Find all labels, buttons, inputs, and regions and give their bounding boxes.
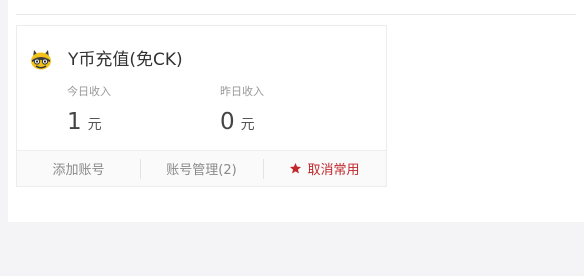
- add-account-label: 添加账号: [52, 163, 105, 178]
- add-account-button[interactable]: 添加账号: [17, 151, 140, 186]
- yesterday-income: 昨日收入 0元: [220, 83, 264, 135]
- yesterday-income-label: 昨日收入: [220, 85, 264, 98]
- today-income-unit: 元: [87, 117, 102, 133]
- star-icon: [290, 162, 302, 174]
- today-income: 今日收入 1元: [67, 83, 111, 135]
- unfavorite-label: 取消常用: [307, 163, 360, 178]
- today-income-value: 1: [67, 109, 82, 135]
- manage-accounts-label: 账号管理(2): [166, 163, 237, 178]
- divider: [16, 14, 576, 15]
- mascot-logo-icon: [31, 50, 51, 70]
- yesterday-income-value: 0: [220, 109, 235, 135]
- service-card: Y币充值(免CK) 今日收入 1元 昨日收入 0元 添加账号 账号管理(2) 取…: [16, 25, 387, 187]
- card-actions: 添加账号 账号管理(2) 取消常用: [17, 150, 386, 186]
- unfavorite-button[interactable]: 取消常用: [263, 151, 386, 186]
- card-title: Y币充值(免CK): [68, 50, 183, 70]
- today-income-value-row: 1元: [67, 109, 111, 135]
- manage-accounts-button[interactable]: 账号管理(2): [140, 151, 263, 186]
- yesterday-income-unit: 元: [240, 117, 255, 133]
- yesterday-income-value-row: 0元: [220, 109, 264, 135]
- today-income-label: 今日收入: [67, 85, 111, 98]
